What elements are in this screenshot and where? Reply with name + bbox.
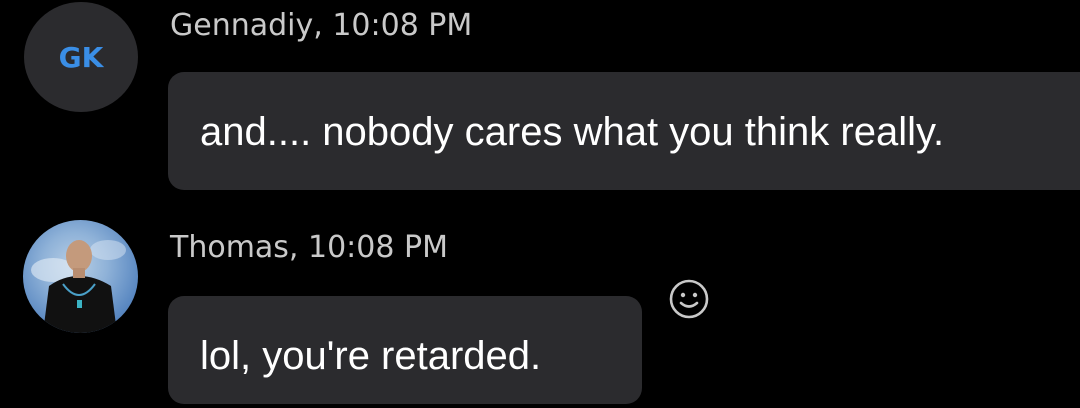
message-text: lol, you're retarded. [200, 334, 542, 378]
chat-thread: GK Gennadiy, 10:08 PM and.... nobody car… [0, 0, 1080, 408]
message-thomas: Thomas, 10:08 PM lol, you're retarded. [0, 0, 1080, 408]
smiley-reaction-icon[interactable] [667, 277, 711, 321]
sender-header: Thomas, 10:08 PM [170, 230, 448, 265]
person-photo-icon [31, 240, 126, 333]
message-bubble[interactable]: lol, you're retarded. [168, 296, 642, 404]
avatar-thomas[interactable] [23, 220, 138, 333]
